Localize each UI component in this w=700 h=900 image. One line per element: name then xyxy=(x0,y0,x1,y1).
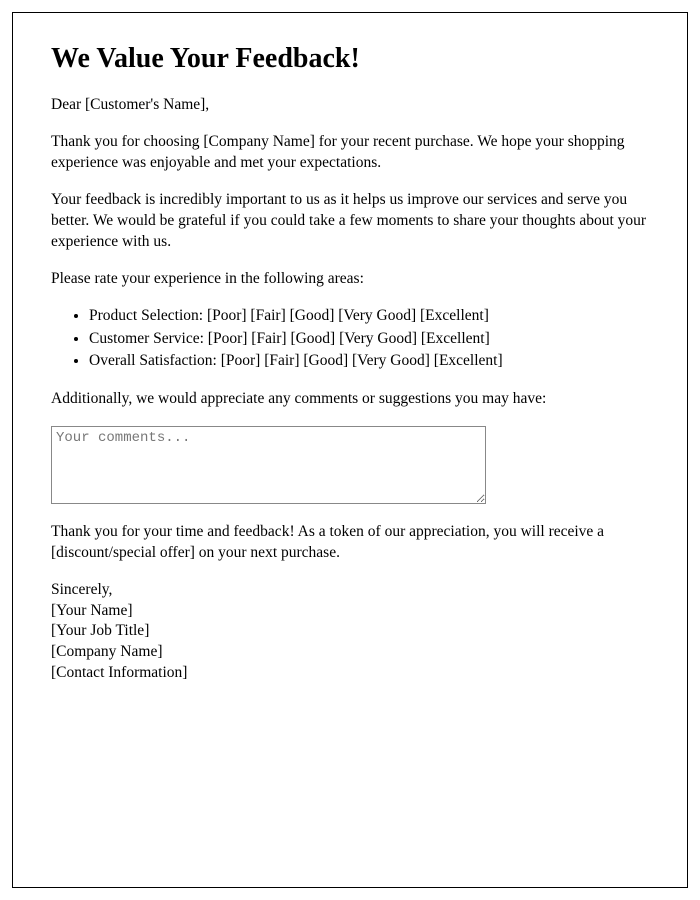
salutation: Dear [Customer's Name], xyxy=(51,95,649,116)
comments-input[interactable] xyxy=(51,426,486,504)
page-title: We Value Your Feedback! xyxy=(51,43,649,75)
intro-paragraph-1: Thank you for choosing [Company Name] fo… xyxy=(51,132,649,174)
intro-paragraph-2: Your feedback is incredibly important to… xyxy=(51,190,649,253)
signature-contact: [Contact Information] xyxy=(51,663,649,684)
signature-title: [Your Job Title] xyxy=(51,621,649,642)
signature-company: [Company Name] xyxy=(51,642,649,663)
signature-closing: Sincerely, xyxy=(51,580,649,601)
document-page: We Value Your Feedback! Dear [Customer's… xyxy=(12,12,688,888)
comments-prompt: Additionally, we would appreciate any co… xyxy=(51,389,649,410)
rating-item-overall-satisfaction: Overall Satisfaction: [Poor] [Fair] [Goo… xyxy=(89,350,649,372)
rating-prompt: Please rate your experience in the follo… xyxy=(51,269,649,290)
thank-you-paragraph: Thank you for your time and feedback! As… xyxy=(51,522,649,564)
rating-item-product-selection: Product Selection: [Poor] [Fair] [Good] … xyxy=(89,305,649,327)
rating-item-customer-service: Customer Service: [Poor] [Fair] [Good] [… xyxy=(89,328,649,350)
rating-list: Product Selection: [Poor] [Fair] [Good] … xyxy=(89,305,649,372)
signature-name: [Your Name] xyxy=(51,601,649,622)
signature-block: Sincerely, [Your Name] [Your Job Title] … xyxy=(51,580,649,685)
